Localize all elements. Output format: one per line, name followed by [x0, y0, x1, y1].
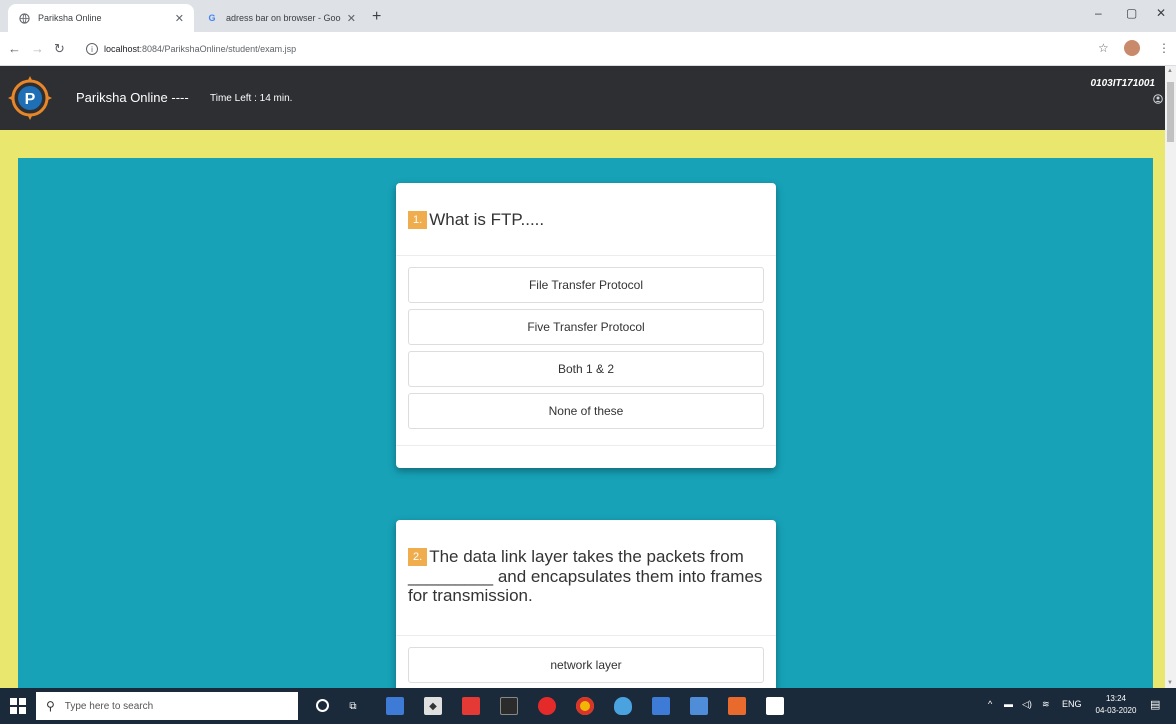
network-icon[interactable]: ≋	[1042, 699, 1050, 710]
scroll-up-arrow-icon[interactable]: ▲	[1167, 68, 1173, 74]
terminal-icon[interactable]	[500, 697, 518, 715]
profile-avatar-icon[interactable]	[1124, 40, 1140, 56]
card-footer-divider	[396, 445, 776, 446]
new-tab-button[interactable]: +	[372, 8, 381, 26]
tray-expand-icon[interactable]: ^	[988, 699, 992, 709]
battery-icon[interactable]: ▬	[1004, 699, 1013, 709]
forward-arrow-icon[interactable]: →	[31, 41, 44, 56]
option-button[interactable]: network layer	[408, 647, 764, 683]
option-button[interactable]: File Transfer Protocol	[408, 267, 764, 303]
search-icon: ⚲	[46, 699, 55, 713]
url-path: :8084/ParikshaOnline/student/exam.jsp	[139, 44, 297, 54]
options-list: network layer	[396, 636, 776, 683]
editor-icon[interactable]	[690, 697, 708, 715]
options-list: File Transfer Protocol Five Transfer Pro…	[396, 256, 776, 429]
store-bag-icon[interactable]: ◆	[424, 697, 442, 715]
app-drop-icon[interactable]	[614, 697, 632, 715]
question-card-2: 2. The data link layer takes the packets …	[396, 520, 776, 688]
back-arrow-icon[interactable]: ←	[8, 41, 21, 56]
photos-icon[interactable]	[766, 697, 784, 715]
task-view-icon[interactable]: ⧉	[344, 697, 362, 715]
address-bar[interactable]: i localhost :8084/ParikshaOnline/student…	[86, 37, 1086, 61]
tab-close-icon[interactable]: ✕	[175, 12, 184, 25]
browser-tab-strip: Pariksha Online ✕ G adress bar on browse…	[0, 0, 1176, 32]
scroll-down-arrow-icon[interactable]: ▼	[1167, 680, 1173, 686]
tab-title: Pariksha Online	[38, 13, 102, 23]
maximize-button[interactable]: ▢	[1126, 6, 1137, 20]
chrome-icon[interactable]	[576, 697, 594, 715]
globe-icon	[18, 12, 30, 24]
pariksha-logo-icon: P	[8, 76, 52, 120]
security-app-icon[interactable]	[462, 697, 480, 715]
question-text: The data link layer takes the packets fr…	[408, 547, 763, 606]
question-card-1: 1. What is FTP..... File Transfer Protoco…	[396, 183, 776, 468]
google-icon: G	[208, 13, 216, 23]
taskbar-clock[interactable]: 13:24 04-03-2020	[1092, 693, 1140, 717]
question-header: 1. What is FTP.....	[396, 183, 776, 256]
reload-icon[interactable]: ↻	[54, 41, 65, 57]
time-left: Time Left : 14 min.	[210, 93, 293, 104]
app-header: P Pariksha Online ---- Time Left : 14 mi…	[0, 66, 1165, 130]
windows-start-icon[interactable]	[10, 698, 26, 714]
cortana-icon[interactable]	[316, 699, 329, 712]
bookmark-star-icon[interactable]: ☆	[1098, 41, 1109, 55]
question-number-badge: 1.	[408, 211, 428, 230]
notification-icon[interactable]: ▤	[1150, 698, 1164, 712]
close-window-button[interactable]: ✕	[1156, 6, 1166, 20]
taskbar-search-box[interactable]: ⚲ Type here to search	[36, 692, 298, 720]
volume-icon[interactable]: ◁)	[1022, 699, 1032, 710]
brand-title: Pariksha Online ----	[76, 90, 189, 105]
question-header: 2. The data link layer takes the packets …	[396, 520, 776, 636]
user-id: 0103IT171001	[1090, 78, 1155, 89]
file-explorer-icon[interactable]	[386, 697, 404, 715]
windows-taskbar: ⚲ Type here to search ⧉ ◆ ^ ▬ ◁) ≋ ENG 1…	[0, 688, 1176, 724]
office-icon[interactable]	[728, 697, 746, 715]
info-icon[interactable]: i	[86, 43, 98, 55]
svg-text:P: P	[25, 91, 36, 108]
clock-time: 13:24	[1105, 694, 1127, 703]
calculator-icon[interactable]	[652, 697, 670, 715]
user-account-icon[interactable]	[1153, 94, 1163, 107]
question-number-badge: 2.	[408, 548, 428, 567]
opera-icon[interactable]	[538, 697, 556, 715]
question-text: What is FTP.....	[429, 210, 545, 229]
tray-language[interactable]: ENG	[1062, 699, 1082, 709]
clock-date: 04-03-2020	[1095, 706, 1137, 715]
url-host: localhost	[104, 44, 140, 54]
scrollbar-thumb[interactable]	[1167, 82, 1174, 142]
minimize-button[interactable]: –	[1095, 6, 1102, 20]
tab-title: adress bar on browser - Google	[226, 13, 341, 23]
menu-kebab-icon[interactable]: ⋮	[1158, 41, 1170, 55]
option-button[interactable]: Both 1 & 2	[408, 351, 764, 387]
page-background: 1. What is FTP..... File Transfer Protoco…	[0, 130, 1165, 688]
exam-panel: 1. What is FTP..... File Transfer Protoco…	[18, 158, 1153, 688]
option-button[interactable]: Five Transfer Protocol	[408, 309, 764, 345]
tab-pariksha-online[interactable]: Pariksha Online ✕	[8, 4, 194, 32]
page-scrollbar[interactable]: ▲ ▼	[1165, 66, 1176, 688]
tab-close-icon[interactable]: ✕	[347, 12, 356, 25]
option-button[interactable]: None of these	[408, 393, 764, 429]
tab-google-search[interactable]: G adress bar on browser - Google ✕	[196, 4, 366, 32]
browser-toolbar: ← → ↻ i localhost :8084/ParikshaOnline/s…	[0, 32, 1176, 66]
search-placeholder: Type here to search	[64, 700, 154, 712]
